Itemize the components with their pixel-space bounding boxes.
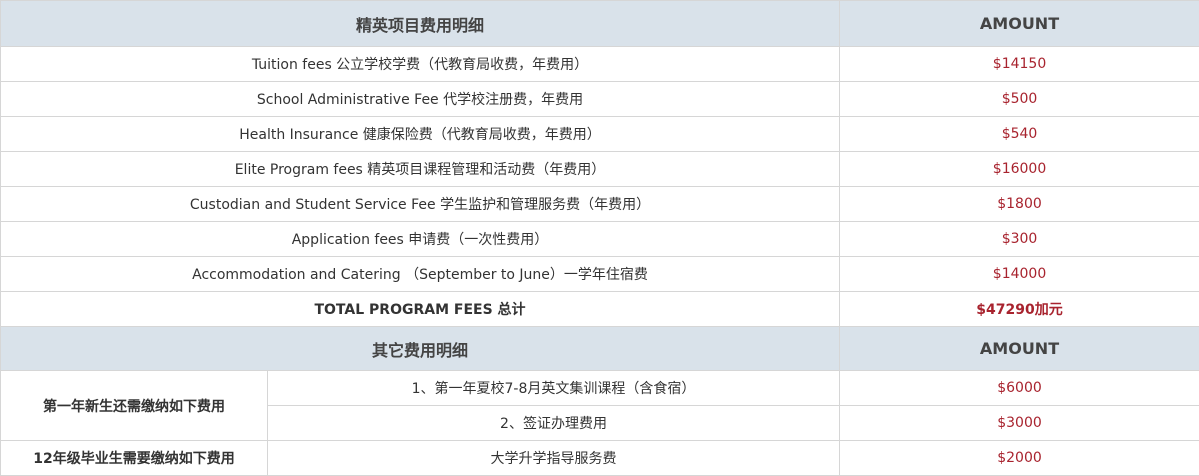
group-label: 第一年新生还需缴纳如下费用 (0, 370, 268, 441)
fee-item-label: Application fees 申请费（一次性费用） (0, 221, 841, 257)
fee-item-amount: $16000 (839, 151, 1199, 187)
fee-table: 精英项目费用明细 AMOUNT Tuition fees 公立学校学费（代教育局… (0, 0, 1199, 476)
other-item-label: 2、签证办理费用 (266, 405, 841, 441)
group-label: 12年级毕业生需要缴纳如下费用 (0, 440, 268, 476)
fee-item-label: Elite Program fees 精英项目课程管理和活动费（年费用） (0, 151, 841, 187)
other-table-header: 其它费用明细 AMOUNT (0, 326, 1199, 371)
fee-item-amount: $500 (839, 81, 1199, 117)
main-header-item: 精英项目费用明细 (0, 0, 841, 47)
fee-item-amount: $14000 (839, 256, 1199, 292)
other-item-amount: $6000 (839, 370, 1199, 406)
total-row: TOTAL PROGRAM FEES 总计 $47290加元 (0, 291, 1199, 327)
fee-item-amount: $14150 (839, 46, 1199, 82)
fee-item-amount: $300 (839, 221, 1199, 257)
other-item-amount: $3000 (839, 405, 1199, 441)
table-row: Custodian and Student Service Fee 学生监护和管… (0, 186, 1199, 222)
other-item-label: 1、第一年夏校7-8月英文集训课程（含食宿） (266, 370, 841, 406)
other-header-amount: AMOUNT (839, 326, 1199, 371)
fee-item-label: Health Insurance 健康保险费（代教育局收费，年费用） (0, 116, 841, 152)
table-row: Accommodation and Catering （September to… (0, 256, 1199, 292)
main-table-header: 精英项目费用明细 AMOUNT (0, 0, 1199, 47)
fee-item-label: School Administrative Fee 代学校注册费，年费用 (0, 81, 841, 117)
table-row: 12年级毕业生需要缴纳如下费用 大学升学指导服务费 $2000 (0, 440, 1199, 476)
total-amount: $47290加元 (839, 291, 1199, 327)
total-label: TOTAL PROGRAM FEES 总计 (0, 291, 841, 327)
fee-item-amount: $1800 (839, 186, 1199, 222)
fee-item-label: Tuition fees 公立学校学费（代教育局收费，年费用） (0, 46, 841, 82)
table-row: Tuition fees 公立学校学费（代教育局收费，年费用） $14150 (0, 46, 1199, 82)
fee-item-amount: $540 (839, 116, 1199, 152)
other-item-label: 大学升学指导服务费 (266, 440, 841, 476)
table-row: School Administrative Fee 代学校注册费，年费用 $50… (0, 81, 1199, 117)
other-item-amount: $2000 (839, 440, 1199, 476)
fee-item-label: Accommodation and Catering （September to… (0, 256, 841, 292)
table-row: Elite Program fees 精英项目课程管理和活动费（年费用） $16… (0, 151, 1199, 187)
other-header-item: 其它费用明细 (0, 326, 841, 371)
fee-item-label: Custodian and Student Service Fee 学生监护和管… (0, 186, 841, 222)
table-row: Application fees 申请费（一次性费用） $300 (0, 221, 1199, 257)
table-row: 第一年新生还需缴纳如下费用 1、第一年夏校7-8月英文集训课程（含食宿） $60… (0, 370, 1199, 441)
main-header-amount: AMOUNT (839, 0, 1199, 47)
table-row: Health Insurance 健康保险费（代教育局收费，年费用） $540 (0, 116, 1199, 152)
